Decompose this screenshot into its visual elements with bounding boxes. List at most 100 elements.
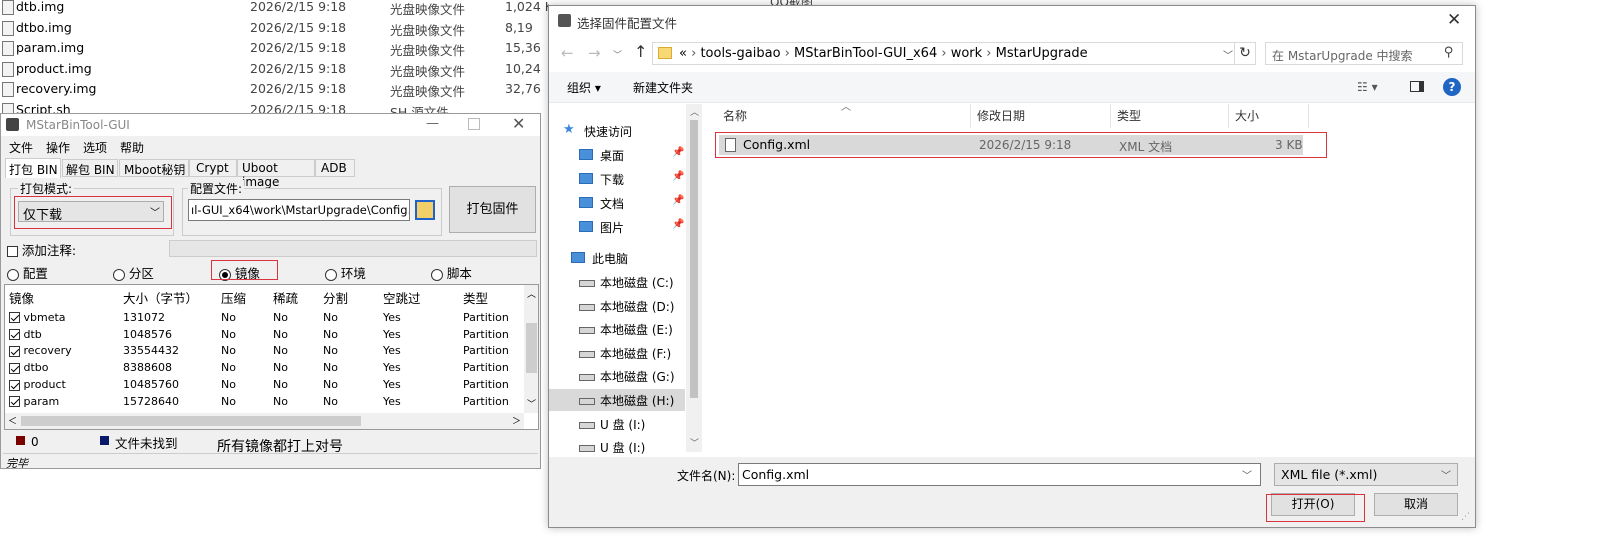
radio-script[interactable]: 脚本	[431, 263, 472, 282]
scroll-right-icon[interactable]: ＞	[512, 414, 521, 427]
maximize-icon[interactable]	[468, 118, 480, 130]
address-bar[interactable]: « › tools-gaibao › MStarBinTool-GUI_x64 …	[652, 42, 1256, 65]
tab-unpack-bin[interactable]: 解包 BIN	[62, 159, 118, 177]
row-checkbox[interactable]	[9, 396, 20, 408]
col-name[interactable]: 名称 ︿	[713, 102, 971, 128]
nav-quick-access[interactable]: ★ 快速访问	[549, 120, 685, 142]
table-row[interactable]: dtb 1048576 No No No Yes Partition	[5, 326, 525, 343]
breadcrumb-item[interactable]: «	[679, 46, 687, 61]
background-file-row[interactable]: product.img 2026/2/15 9:18 光盘映像文件 10,24	[0, 59, 560, 79]
add-comment-checkbox[interactable]: 添加注释:	[7, 240, 76, 259]
nav-quick-item[interactable]: 图片 📌	[549, 216, 685, 238]
config-file-input[interactable]: ıl-GUI_x64\work\MstarUpgrade\Config.xml	[188, 199, 410, 221]
tab-adb[interactable]: ADB	[315, 159, 355, 177]
col-type[interactable]: 类型	[1111, 104, 1229, 128]
nav-drive[interactable]: 本地磁盘 (H:)	[549, 389, 685, 411]
dialog-close-icon[interactable]: ✕	[1447, 10, 1461, 30]
help-icon[interactable]: ?	[1443, 78, 1461, 96]
nav-drive[interactable]: 本地磁盘 (G:)	[549, 365, 685, 387]
filter-select[interactable]: XML file (*.xml) ﹀	[1274, 463, 1458, 486]
nav-drive[interactable]: 本地磁盘 (E:)	[549, 318, 685, 340]
minimize-icon[interactable]: —	[426, 116, 439, 131]
browse-folder-button[interactable]	[415, 200, 435, 220]
forward-arrow-icon[interactable]: →	[588, 44, 601, 62]
menu-operate[interactable]: 操作	[46, 139, 70, 156]
tab-pack-bin[interactable]: 打包 BIN	[5, 158, 61, 178]
background-file-row[interactable]: recovery.img 2026/2/15 9:18 光盘映像文件 32,76	[0, 79, 560, 99]
nav-scroll-up-icon[interactable]: ︿	[690, 105, 699, 118]
recent-chevron-icon[interactable]: ﹀	[613, 48, 622, 61]
table-row[interactable]: dtbo 8388608 No No No Yes Partition	[5, 359, 525, 376]
tab-crypt[interactable]: Crypt	[189, 159, 237, 177]
refresh-icon[interactable]: ↻	[1234, 42, 1256, 65]
filename-input[interactable]: Config.xml ﹀	[738, 463, 1261, 486]
table-row[interactable]: vbmeta 131072 No No No Yes Partition	[5, 309, 525, 326]
nav-quick-item[interactable]: 文档 📌	[549, 192, 685, 214]
tab-mboot-key[interactable]: Mboot秘钥	[119, 159, 189, 177]
dialog-titlebar[interactable]: 选择固件配置文件 ✕	[549, 6, 1475, 36]
view-options-icon[interactable]: ☷ ▾	[1357, 80, 1378, 94]
nav-quick-item[interactable]: 下载 📌	[549, 168, 685, 190]
background-file-row[interactable]: param.img 2026/2/15 9:18 光盘映像文件 15,36	[0, 38, 560, 58]
scroll-down-icon[interactable]: ﹀	[527, 397, 536, 410]
radio-env[interactable]: 环境	[325, 263, 366, 282]
scroll-left-icon[interactable]: ＜	[8, 414, 17, 427]
radio-config[interactable]: 配置	[7, 263, 48, 282]
col-type[interactable]: 类型	[462, 285, 525, 309]
organize-button[interactable]: 组织 ▾	[567, 79, 601, 96]
col-size[interactable]: 大小	[1229, 104, 1309, 128]
breadcrumb-item[interactable]: work	[951, 46, 982, 61]
nav-drive[interactable]: 本地磁盘 (F:)	[549, 342, 685, 364]
resize-grip-icon[interactable]: ⋰	[1461, 512, 1470, 522]
nav-scrollbar[interactable]: ︿ ﹀	[686, 104, 702, 452]
col-empty-skip[interactable]: 空跳过	[382, 285, 462, 309]
table-row[interactable]: param 15728640 No No No Yes Partition	[5, 393, 525, 410]
new-folder-button[interactable]: 新建文件夹	[633, 79, 693, 96]
tool-titlebar[interactable]: MStarBinTool-GUI — ✕	[1, 114, 540, 136]
breadcrumb-item[interactable]: MstarUpgrade	[996, 46, 1088, 61]
col-split[interactable]: 分割	[322, 285, 382, 309]
nav-quick-item[interactable]: 桌面 📌	[549, 144, 685, 166]
row-checkbox[interactable]	[9, 345, 20, 357]
up-arrow-icon[interactable]: ↑	[634, 42, 647, 61]
radio-partition[interactable]: 分区	[113, 263, 154, 282]
comment-input[interactable]	[169, 240, 537, 257]
nav-this-pc[interactable]: 此电脑	[549, 247, 685, 269]
preview-pane-icon[interactable]	[1410, 81, 1424, 92]
menu-options[interactable]: 选项	[83, 139, 107, 156]
table-row[interactable]: product 10485760 No No No Yes Partition	[5, 376, 525, 393]
nav-scroll-down-icon[interactable]: ﹀	[690, 436, 699, 449]
hscroll-thumb[interactable]	[21, 416, 361, 426]
table-row[interactable]: recovery 33554432 No No No Yes Partition	[5, 343, 525, 360]
nav-drive[interactable]: 本地磁盘 (C:)	[549, 271, 685, 293]
back-arrow-icon[interactable]: ←	[561, 44, 574, 62]
filename-chevron-icon[interactable]: ﹀	[1242, 467, 1252, 482]
menu-file[interactable]: 文件	[9, 139, 33, 156]
row-checkbox[interactable]	[9, 312, 20, 324]
col-size[interactable]: 大小（字节）	[122, 285, 220, 309]
scroll-up-icon[interactable]: ︿	[527, 287, 536, 300]
table-vscrollbar[interactable]: ︿ ﹀	[524, 285, 538, 413]
table-hscrollbar[interactable]: ＜ ＞	[5, 413, 524, 429]
close-icon[interactable]: ✕	[512, 114, 525, 133]
breadcrumb-item[interactable]: MStarBinTool-GUI_x64	[794, 46, 937, 61]
col-image[interactable]: 镜像	[5, 285, 122, 309]
col-sparse[interactable]: 稀疏	[272, 285, 322, 309]
nav-drive[interactable]: U 盘 (I:)	[549, 413, 685, 435]
filter-chevron-icon[interactable]: ﹀	[1441, 467, 1451, 482]
row-checkbox[interactable]	[9, 362, 20, 374]
nav-scroll-thumb[interactable]	[690, 120, 698, 398]
col-compress[interactable]: 压缩	[220, 285, 272, 309]
row-checkbox[interactable]	[9, 379, 20, 391]
breadcrumb-item[interactable]: tools-gaibao	[700, 46, 780, 61]
col-modified[interactable]: 修改日期	[971, 104, 1111, 128]
address-chevron-icon[interactable]: ﹀	[1223, 47, 1233, 62]
background-file-row[interactable]: dtb.img 2026/2/15 9:18 光盘映像文件 1,024 KB	[0, 0, 560, 17]
cancel-button[interactable]: 取消	[1374, 493, 1458, 516]
search-input[interactable]: 在 MstarUpgrade 中搜索 ⚲	[1265, 42, 1463, 65]
nav-drive[interactable]: U 盘 (I:)	[549, 436, 685, 458]
pack-firmware-button[interactable]: 打包固件	[449, 186, 536, 233]
nav-drive[interactable]: 本地磁盘 (D:)	[549, 295, 685, 317]
menu-help[interactable]: 帮助	[120, 139, 144, 156]
tab-uboot-image[interactable]: Uboot image	[237, 159, 315, 189]
